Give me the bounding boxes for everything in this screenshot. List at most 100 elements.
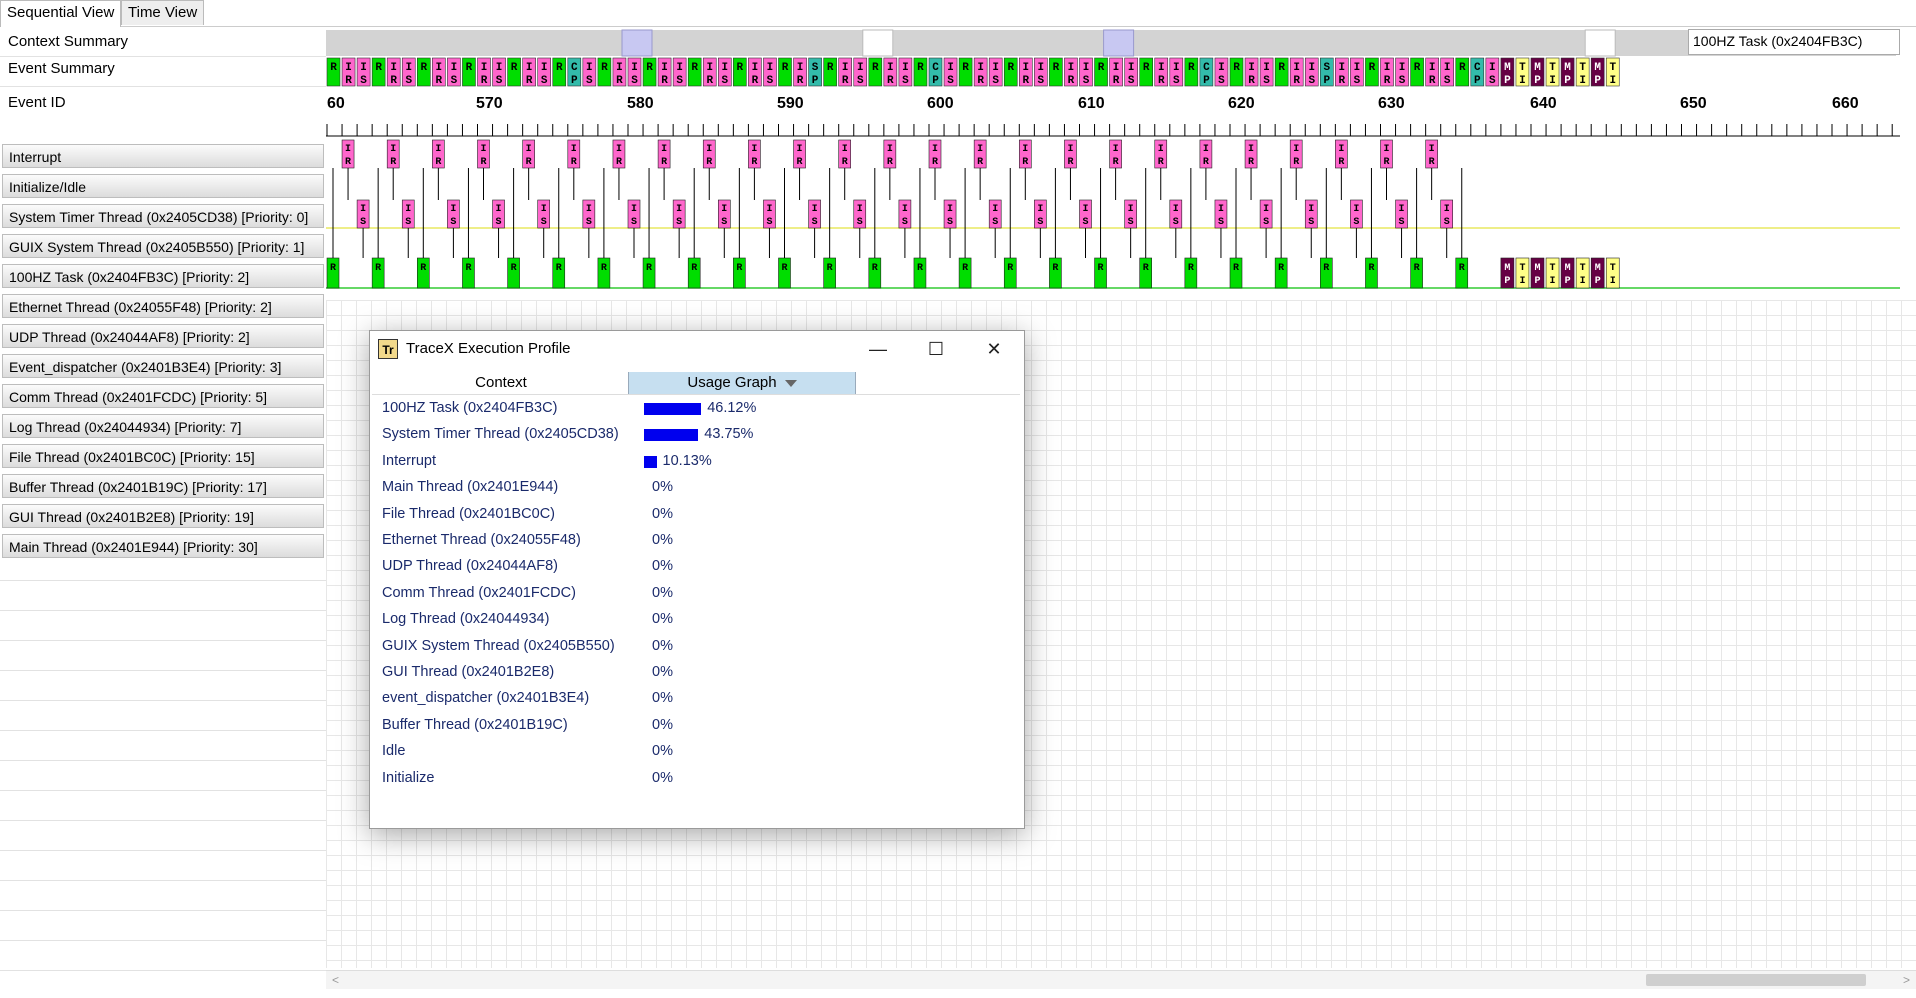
event-summary-letter: S — [360, 75, 367, 87]
interrupt-letter: R — [1383, 157, 1389, 168]
event-summary-letter: S — [1444, 75, 1451, 87]
event-summary-letter: R — [1278, 62, 1285, 74]
profile-row-context: Interrupt — [382, 452, 436, 469]
scroll-right-icon[interactable]: > — [1903, 971, 1910, 989]
event-summary-letter: R — [1384, 75, 1391, 87]
interrupt-letter: R — [977, 157, 983, 168]
interrupt-letter: I — [887, 144, 893, 155]
event-summary-letter: I — [1339, 62, 1346, 74]
event-summary-letter: S — [1489, 75, 1496, 87]
interrupt-letter: R — [571, 157, 577, 168]
interrupt-letter: R — [1113, 157, 1119, 168]
task-event-letter: M — [1595, 263, 1601, 274]
event-summary-letter: I — [1579, 75, 1586, 87]
interrupt-letter: R — [480, 157, 486, 168]
system-timer-letter: I — [1082, 204, 1088, 215]
event-summary-letter: S — [451, 75, 458, 87]
event-summary-letter: R — [887, 75, 894, 87]
scroll-left-icon[interactable]: < — [332, 971, 339, 989]
horizontal-scrollbar[interactable]: < > — [326, 970, 1916, 989]
event-summary-letter: S — [1128, 75, 1135, 87]
profile-table-header: Context Usage Graph — [372, 372, 1020, 395]
system-timer-letter: S — [676, 217, 682, 228]
event-summary-letter: S — [947, 75, 954, 87]
thread-ready-letter: R — [781, 263, 787, 274]
sort-descending-icon — [784, 379, 797, 387]
system-timer-letter: I — [1173, 204, 1179, 215]
event-summary-letter: R — [827, 62, 834, 74]
event-summary-letter: I — [1609, 75, 1616, 87]
event-summary-letter: I — [345, 62, 352, 74]
close-button[interactable]: ✕ — [966, 331, 1022, 367]
event-summary-letter: R — [706, 75, 713, 87]
event-summary-letter: I — [1293, 62, 1300, 74]
system-timer-letter: I — [902, 204, 908, 215]
event-summary-letter: S — [1323, 62, 1330, 74]
event-summary-letter: R — [511, 62, 518, 74]
event-id-tick-label: 590 — [777, 95, 804, 112]
system-timer-letter: S — [992, 217, 998, 228]
interrupt-letter: I — [1383, 144, 1389, 155]
event-summary-letter: S — [541, 75, 548, 87]
task-event-letter: T — [1550, 263, 1556, 274]
event-summary-letter: I — [1308, 62, 1315, 74]
event-summary-letter: M — [1564, 62, 1571, 74]
system-timer-letter: I — [1128, 204, 1134, 215]
dialog-titlebar[interactable]: Tr TraceX Execution Profile — ☐ ✕ — [370, 331, 1024, 367]
event-summary-letter: R — [691, 62, 698, 74]
thread-ready-letter: R — [1052, 263, 1058, 274]
profile-row-percent: 46.12% — [707, 400, 757, 416]
event-summary-letter: R — [782, 62, 789, 74]
event-summary-letter: C — [1203, 62, 1210, 74]
event-summary-letter: R — [797, 75, 804, 87]
event-summary-letter: I — [752, 62, 759, 74]
event-summary-letter: S — [1263, 75, 1270, 87]
thread-ready-letter: R — [375, 263, 381, 274]
event-id-tick-label: 650 — [1680, 95, 1707, 112]
profile-row-percent: 43.75% — [704, 426, 754, 443]
task-event-letter: T — [1610, 263, 1616, 274]
event-summary-letter: I — [721, 62, 728, 74]
event-summary-letter: R — [1429, 75, 1436, 87]
interrupt-letter: R — [661, 157, 667, 168]
thread-ready-letter: R — [420, 263, 426, 274]
maximize-button[interactable]: ☐ — [908, 331, 964, 367]
system-timer-letter: S — [496, 217, 502, 228]
event-summary-letter: I — [992, 62, 999, 74]
thread-ready-letter: R — [736, 263, 742, 274]
event-summary-letter: I — [706, 62, 713, 74]
event-id-tick-label: 620 — [1228, 95, 1255, 112]
profile-row-percent: 0% — [652, 664, 673, 680]
system-timer-letter: I — [631, 204, 637, 215]
system-timer-letter: S — [1353, 217, 1359, 228]
scrollbar-thumb[interactable] — [1646, 974, 1866, 986]
event-summary-letter: S — [767, 75, 774, 87]
system-timer-letter: S — [405, 217, 411, 228]
profile-row-percent: 0% — [652, 505, 673, 522]
interrupt-letter: I — [571, 144, 577, 155]
event-summary-letter: I — [947, 62, 954, 74]
task-event-letter: I — [1580, 276, 1586, 287]
system-timer-letter: I — [766, 204, 772, 215]
event-summary-letter: I — [1399, 62, 1406, 74]
event-summary-letter: R — [1068, 75, 1075, 87]
interrupt-letter: R — [616, 157, 622, 168]
minimize-button[interactable]: — — [850, 331, 906, 367]
event-summary-letter: P — [571, 75, 578, 87]
system-timer-letter: S — [1173, 217, 1179, 228]
event-summary-letter: S — [405, 75, 412, 87]
tracex-main-window: Sequential View Time View Context Summar… — [0, 0, 1916, 998]
thread-ready-letter: R — [1368, 263, 1374, 274]
interrupt-letter: R — [1158, 157, 1164, 168]
profile-row-percent: 0% — [652, 558, 673, 575]
system-timer-letter: I — [1218, 204, 1224, 215]
event-summary-letter: R — [616, 75, 623, 87]
usage-graph-label: Usage Graph — [687, 374, 777, 391]
system-timer-letter: I — [1308, 204, 1314, 215]
column-header-usage-graph[interactable]: Usage Graph — [628, 372, 856, 394]
task-event-letter: P — [1534, 276, 1540, 287]
column-header-context[interactable]: Context — [372, 372, 630, 394]
thread-ready-letter: R — [827, 263, 833, 274]
event-summary-letter: R — [420, 62, 427, 74]
event-summary-letter: I — [767, 62, 774, 74]
